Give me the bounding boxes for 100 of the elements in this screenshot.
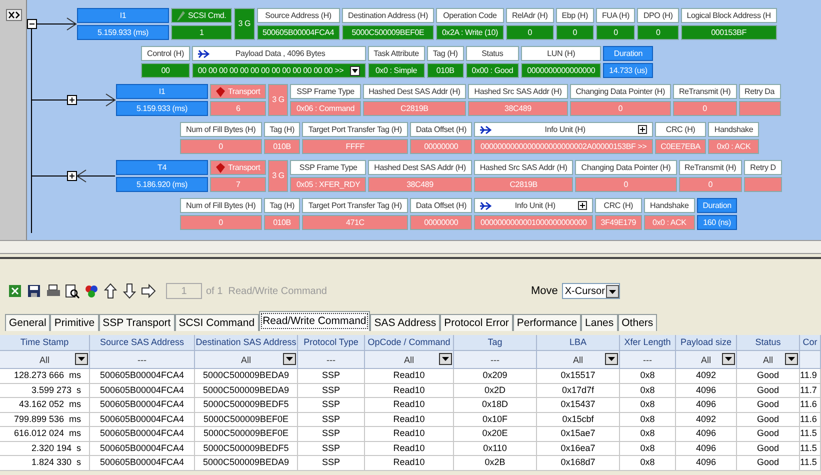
field-label: Payload Data , 4096 Bytes: [235, 48, 326, 60]
link-speed: 3 G: [268, 84, 288, 116]
print-preview-icon[interactable]: [65, 283, 80, 299]
filter-dropdown[interactable]: [605, 353, 618, 365]
field-label: CRC (H): [594, 198, 642, 213]
caret-icon: [442, 357, 449, 361]
table-cell: SSP: [298, 398, 365, 412]
tab[interactable]: Read/Write Command: [258, 311, 370, 331]
tab[interactable]: SAS Address: [370, 314, 440, 331]
tab[interactable]: Lanes: [581, 314, 618, 331]
field-label: Target Port Transfer Tag (H): [302, 198, 408, 213]
table-cell: Good: [737, 412, 800, 427]
down-arrow-icon[interactable]: [122, 283, 137, 299]
table-cell: 4092: [676, 412, 737, 427]
palette-icon[interactable]: [84, 283, 99, 299]
filter-dropdown[interactable]: [283, 353, 296, 365]
field-label: Hashed Src SAS Addr (H): [468, 84, 568, 99]
expand-icon[interactable]: [578, 201, 587, 210]
field-value: 0x0 : Simple: [368, 63, 425, 78]
filter-dropdown[interactable]: [439, 353, 452, 365]
filter-dropdown[interactable]: [75, 353, 88, 365]
tab[interactable]: Primitive: [50, 314, 99, 331]
table-cell: 11.6: [800, 412, 821, 427]
type-label: Transport: [228, 162, 260, 174]
field-value: 0x0 : ACK: [708, 139, 760, 154]
field-label: Retry Da: [738, 84, 781, 99]
duration-label: Duration: [696, 198, 738, 213]
dropdown-button[interactable]: [350, 66, 360, 76]
move-select[interactable]: X-Cursor: [562, 283, 620, 299]
field-label: ReTransmit (H): [678, 160, 742, 175]
column-header[interactable]: Source SAS Address: [90, 335, 195, 351]
table-cell: 0x8: [620, 384, 676, 398]
table-cell: 4096: [676, 456, 737, 470]
tab[interactable]: Others: [618, 314, 658, 331]
filter-value: All: [404, 354, 414, 364]
field-value: 000153BF: [680, 25, 777, 40]
horizontal-scrollbar[interactable]: [0, 240, 821, 254]
tab[interactable]: SSP Transport: [98, 314, 175, 331]
table-cell: 0x8: [620, 442, 676, 456]
caret-icon: [286, 357, 293, 361]
filter-dropdown[interactable]: [722, 353, 735, 365]
column-header[interactable]: Xfer Length: [620, 335, 676, 351]
field-value: 0: [596, 25, 636, 40]
right-arrow-icon[interactable]: [141, 283, 156, 299]
field-value: 0000000000000000000000002A00000153BF >>: [474, 139, 653, 154]
close-button[interactable]: [6, 9, 22, 21]
table-cell: 11.9: [800, 369, 821, 384]
column-header[interactable]: Status: [737, 335, 800, 351]
filter-dropdown[interactable]: [785, 353, 798, 365]
field-label: SSP Frame Type: [290, 160, 366, 175]
table-cell: 0x110: [454, 442, 537, 456]
table-cell: 5000C500009BEDA9: [195, 384, 298, 398]
column-header[interactable]: Cor: [800, 335, 821, 351]
table-cell: 3.599 273 s: [0, 384, 90, 398]
table-cell: 1.824 330 s: [0, 456, 90, 470]
field-value: 0: [637, 25, 679, 40]
table-cell: 5000C500009BEDF5: [195, 442, 298, 456]
expand-button[interactable]: [27, 19, 37, 29]
field-label: RelAdr (H): [506, 8, 554, 23]
frame-id: I1: [77, 8, 169, 23]
caret-icon: [352, 68, 358, 72]
tab[interactable]: SCSI Command: [174, 314, 259, 331]
table-cell: Good: [737, 427, 800, 442]
field-label: Tag (H): [264, 198, 300, 213]
tab[interactable]: Performance: [512, 314, 582, 331]
field-label: Handshake: [644, 198, 695, 213]
table-cell: 4096: [676, 398, 737, 412]
column-header[interactable]: Payload size: [676, 335, 737, 351]
tab[interactable]: General: [5, 314, 50, 331]
field-label: Data Offset (H): [410, 122, 472, 137]
field-label: Info Unit (H): [514, 200, 556, 212]
save-icon[interactable]: [27, 283, 42, 299]
table-cell: 43.162 052 ms: [0, 398, 90, 412]
expand-button[interactable]: [67, 171, 77, 181]
column-header[interactable]: Time Stamp: [0, 335, 90, 351]
caret-icon: [608, 357, 615, 361]
table-cell: 4092: [676, 369, 737, 384]
field-label: Changing Data Pointer (H): [570, 84, 671, 99]
table-cell: 4096: [676, 384, 737, 398]
field-label: Task Attribute: [368, 46, 425, 61]
expand-icon[interactable]: [638, 125, 647, 134]
export-icon[interactable]: [8, 283, 23, 299]
filter-value: All: [39, 354, 50, 364]
column-header[interactable]: LBA: [537, 335, 620, 351]
table-cell: 0x2D: [454, 384, 537, 398]
up-arrow-icon[interactable]: [103, 283, 118, 299]
field-value: C0EE7EBA: [654, 139, 706, 154]
tab[interactable]: Protocol Error: [440, 314, 513, 331]
column-header[interactable]: Protocol Type: [298, 335, 365, 351]
column-header[interactable]: Destination SAS Address: [195, 335, 298, 351]
expand-button[interactable]: [67, 95, 77, 105]
print-icon[interactable]: [46, 283, 61, 299]
table-cell: 0x209: [454, 369, 537, 384]
field-label: Control (H): [141, 46, 190, 61]
table-cell: 500605B00004FCA4: [90, 369, 195, 384]
table-cell: 5000C500009BEDA9: [195, 456, 298, 470]
column-header[interactable]: OpCode / Command: [365, 335, 454, 351]
column-header[interactable]: Tag: [454, 335, 537, 351]
field-value: 0: [180, 215, 262, 230]
filter-value: All: [572, 354, 583, 364]
